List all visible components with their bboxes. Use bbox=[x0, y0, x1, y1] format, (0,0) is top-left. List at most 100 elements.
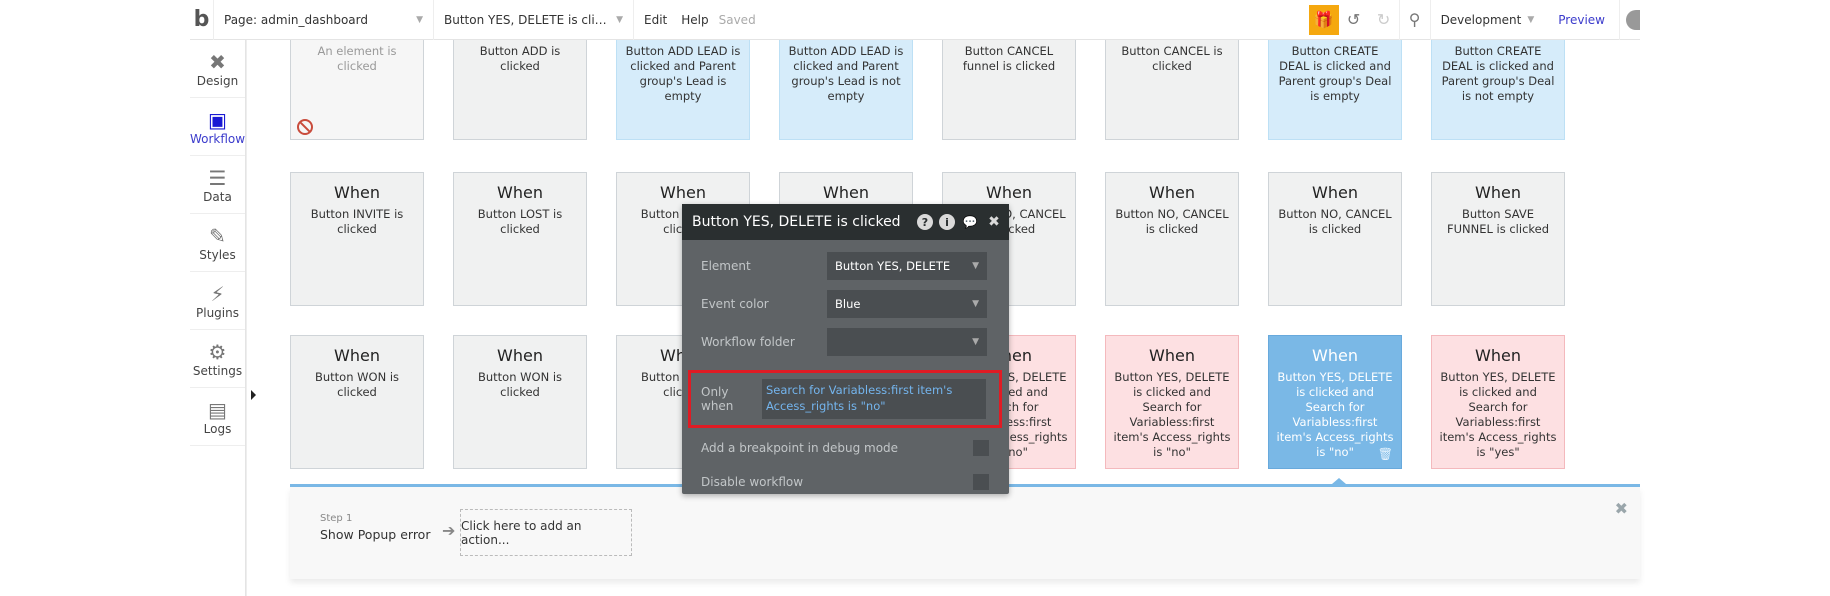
sidebar-item-workflow[interactable]: ▣ Workflow bbox=[190, 98, 245, 156]
search-icon[interactable]: ⚲ bbox=[1400, 0, 1430, 40]
event-card[interactable]: When Button NO, CANCEL is clicked bbox=[1105, 172, 1239, 306]
event-card[interactable]: WhenButton YES, DELETE is clicked and Se… bbox=[1105, 335, 1239, 469]
breakpoint-checkbox[interactable] bbox=[973, 440, 989, 456]
edit-menu[interactable]: Edit bbox=[634, 0, 677, 40]
bubble-logo[interactable]: b bbox=[190, 0, 214, 40]
event-color-value: Blue bbox=[835, 297, 861, 311]
gift-icon[interactable]: 🎁 bbox=[1308, 4, 1339, 35]
sidebar-item-label: Workflow bbox=[189, 131, 246, 146]
workflow-icon: ▣ bbox=[208, 107, 227, 132]
event-card[interactable]: Button CREATE DEAL is clicked and Parent… bbox=[1268, 40, 1402, 140]
top-bar: b Page: admin_dashboard ▼ Button YES, DE… bbox=[190, 0, 1640, 40]
expand-sidebar-icon[interactable] bbox=[251, 390, 256, 400]
help-menu[interactable]: Help bbox=[677, 0, 718, 40]
event-description: Button CREATE DEAL is clicked and Parent… bbox=[1278, 44, 1392, 103]
step-action[interactable]: Show Popup error bbox=[320, 527, 430, 542]
event-when-label: When bbox=[1475, 346, 1521, 365]
workflow-selector[interactable]: Button YES, DELETE is clicked an... ▼ bbox=[434, 0, 634, 40]
sidebar-item-label: Settings bbox=[192, 363, 243, 378]
avatar[interactable] bbox=[1626, 9, 1640, 30]
element-label: Element bbox=[701, 259, 751, 273]
element-dropdown[interactable]: Button YES, DELETE ▼ bbox=[827, 252, 987, 280]
trash-icon[interactable]: 🗑 bbox=[1378, 447, 1393, 462]
sidebar-item-data[interactable]: ☰ Data bbox=[190, 156, 245, 214]
event-description: Button NO, CANCEL is clicked bbox=[1115, 207, 1229, 236]
event-card[interactable]: An element is clicked bbox=[290, 40, 424, 140]
sidebar-item-logs[interactable]: ▤ Logs bbox=[190, 388, 245, 446]
event-when-label: When bbox=[334, 346, 380, 365]
page-selector[interactable]: Page: admin_dashboard ▼ bbox=[214, 0, 434, 40]
plug-icon: ⚡ bbox=[210, 281, 225, 306]
undo-icon[interactable]: ↺ bbox=[1339, 0, 1369, 40]
event-card[interactable]: Button CANCEL is clicked bbox=[1105, 40, 1239, 140]
gear-icon: ⚙ bbox=[208, 339, 227, 364]
event-description: Button INVITE is clicked bbox=[310, 207, 404, 236]
comment-icon[interactable]: 💬 bbox=[961, 213, 979, 231]
event-color-row: Event color Blue ▼ bbox=[682, 290, 1009, 318]
sidebar-item-design[interactable]: ✖ Design bbox=[190, 40, 245, 98]
event-when-label: When bbox=[1312, 183, 1358, 202]
event-card[interactable]: When Button INVITE is clicked bbox=[290, 172, 424, 306]
sidebar-item-label: Plugins bbox=[196, 305, 239, 320]
event-description: Button YES, DELETE is clicked and Search… bbox=[1113, 370, 1231, 459]
chevron-down-icon: ▼ bbox=[616, 14, 623, 25]
event-description: Button CANCEL is clicked bbox=[1121, 44, 1223, 73]
preview-button[interactable]: Preview bbox=[1544, 0, 1619, 40]
close-icon[interactable]: ✖ bbox=[1615, 499, 1628, 518]
chevron-down-icon: ▼ bbox=[972, 337, 979, 347]
event-card[interactable]: When Button SAVE FUNNEL is clicked bbox=[1431, 172, 1565, 306]
event-card[interactable]: WhenButton YES, DELETE is clicked and Se… bbox=[1268, 335, 1402, 469]
event-card[interactable]: Button ADD LEAD is clicked and Parent gr… bbox=[616, 40, 750, 140]
event-description: Button WON is clicked bbox=[314, 370, 400, 399]
arrow-right-icon: ➔ bbox=[442, 521, 456, 540]
add-action-button[interactable]: Click here to add an action... bbox=[460, 509, 632, 556]
redo-icon[interactable]: ↻ bbox=[1369, 0, 1399, 40]
event-card[interactable]: Button ADD LEAD is clicked and Parent gr… bbox=[779, 40, 913, 140]
only-when-expression[interactable]: Search for Variabless:first item's Acces… bbox=[762, 379, 986, 419]
event-card[interactable]: When Button WON is clicked bbox=[453, 335, 587, 469]
event-when-label: When bbox=[497, 183, 543, 202]
sidebar: ✖ Design ▣ Workflow ☰ Data ✎ Styles ⚡ Pl… bbox=[190, 40, 256, 596]
editor-header: Button YES, DELETE is clicked ? i 💬 ✖ bbox=[682, 204, 1009, 240]
workflow-folder-label: Workflow folder bbox=[701, 335, 795, 349]
event-description: An element is clicked bbox=[317, 44, 397, 73]
event-description: Button CREATE DEAL is clicked and Parent… bbox=[1441, 44, 1555, 103]
event-card[interactable]: When Button NO, CANCEL is clicked bbox=[1268, 172, 1402, 306]
element-value: Button YES, DELETE bbox=[835, 259, 951, 273]
event-card[interactable]: When Button LOST is clicked bbox=[453, 172, 587, 306]
event-when-label: When bbox=[497, 346, 543, 365]
page-selector-label: Page: admin_dashboard bbox=[224, 12, 368, 27]
save-status: Saved bbox=[718, 12, 756, 27]
disable-workflow-label: Disable workflow bbox=[701, 475, 804, 489]
sidebar-item-styles[interactable]: ✎ Styles bbox=[190, 214, 245, 272]
chevron-down-icon: ▼ bbox=[1527, 14, 1535, 25]
sidebar-item-plugins[interactable]: ⚡ Plugins bbox=[190, 272, 245, 330]
close-icon[interactable]: ✖ bbox=[985, 213, 1003, 231]
event-card[interactable]: Button CANCEL funnel is clicked bbox=[942, 40, 1076, 140]
event-card[interactable]: Button CREATE DEAL is clicked and Parent… bbox=[1431, 40, 1565, 140]
workflow-folder-dropdown[interactable]: ▼ bbox=[827, 328, 987, 356]
chevron-down-icon: ▼ bbox=[416, 14, 423, 25]
event-when-label: When bbox=[1475, 183, 1521, 202]
event-when-label: When bbox=[823, 183, 869, 202]
disable-workflow-checkbox[interactable] bbox=[973, 474, 989, 490]
event-color-dropdown[interactable]: Blue ▼ bbox=[827, 290, 987, 318]
element-row: Element Button YES, DELETE ▼ bbox=[682, 252, 1009, 280]
event-card[interactable]: WhenButton YES, DELETE is clicked and Se… bbox=[1431, 335, 1565, 469]
event-description: Button ADD LEAD is clicked and Parent gr… bbox=[788, 44, 904, 103]
editor-title: Button YES, DELETE is clicked bbox=[692, 214, 901, 230]
only-when-label: Only when bbox=[701, 385, 734, 413]
step-number: Step 1 bbox=[320, 513, 353, 524]
event-property-editor: Button YES, DELETE is clicked ? i 💬 ✖ El… bbox=[682, 204, 1009, 494]
workflow-folder-row: Workflow folder ▼ bbox=[682, 328, 1009, 356]
event-when-label: When bbox=[986, 183, 1032, 202]
environment-label: Development bbox=[1440, 12, 1522, 27]
info-icon[interactable]: i bbox=[939, 214, 955, 230]
breakpoint-label: Add a breakpoint in debug mode bbox=[701, 441, 899, 455]
event-card[interactable]: When Button WON is clicked bbox=[290, 335, 424, 469]
event-description: Button WON is clicked bbox=[477, 370, 563, 399]
event-card[interactable]: Button ADD is clicked bbox=[453, 40, 587, 140]
help-icon[interactable]: ? bbox=[917, 214, 933, 230]
environment-selector[interactable]: Development ▼ bbox=[1431, 0, 1545, 40]
sidebar-item-settings[interactable]: ⚙ Settings bbox=[190, 330, 245, 388]
